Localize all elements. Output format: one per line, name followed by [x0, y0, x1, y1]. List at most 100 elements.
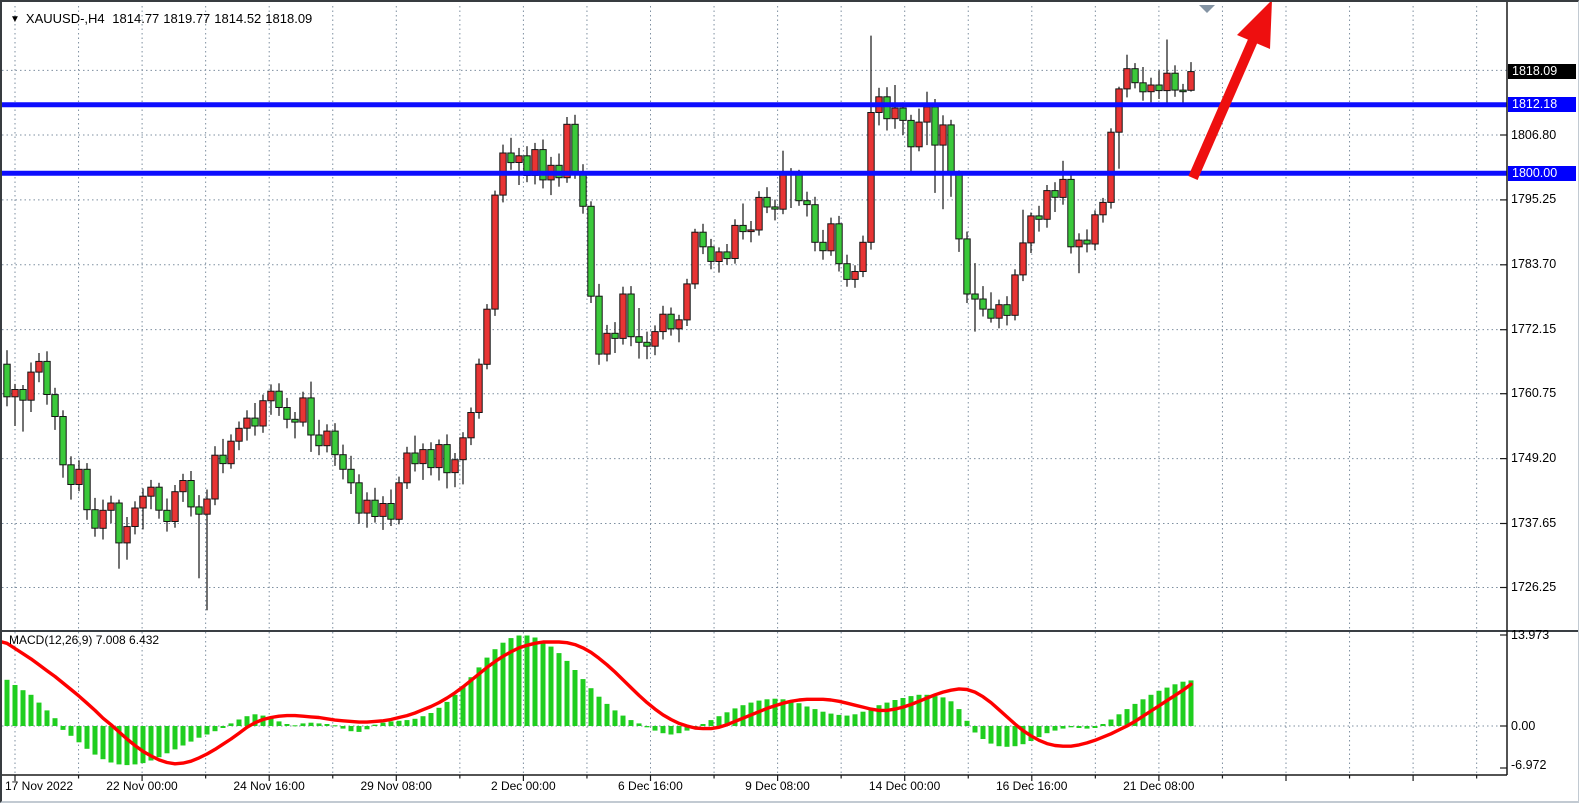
candle-body-up: [404, 453, 410, 483]
candle-body-up: [780, 175, 786, 209]
candle-body-up: [76, 469, 82, 484]
candle-body-down: [596, 296, 602, 354]
macd-histogram-bar: [965, 721, 970, 726]
candle-body-down: [972, 294, 978, 299]
macd-histogram-bar: [1005, 726, 1010, 747]
candle-body-down: [1052, 191, 1058, 198]
candle-body-down: [932, 107, 938, 145]
candle-body-up: [484, 309, 490, 364]
macd-histogram-bar: [381, 723, 386, 726]
macd-histogram-bar: [405, 720, 410, 726]
macd-histogram-bar: [1101, 724, 1106, 726]
chart-canvas[interactable]: [2, 2, 1579, 803]
candle-body-up: [1028, 216, 1034, 243]
candle-body-down: [340, 455, 346, 470]
macd-histogram-bar: [365, 726, 370, 729]
candle-body-up: [244, 418, 250, 428]
macd-histogram-bar: [893, 700, 898, 726]
candle-body-down: [1156, 85, 1162, 91]
candle-body-down: [796, 173, 802, 201]
macd-histogram-bar: [861, 712, 866, 726]
high-value: 1819.77: [163, 11, 210, 26]
candle-body-down: [836, 224, 842, 264]
price-axis-label: 1806.80: [1511, 128, 1556, 143]
macd-histogram-bar: [53, 718, 58, 726]
up-arrow-annotation[interactable]: [1193, 2, 1272, 178]
macd-histogram-bar: [573, 670, 578, 726]
candlestick-series: [4, 36, 1194, 611]
candle-body-up: [996, 305, 1002, 319]
chart-window: ▼XAUUSD-,H4 1814.771819.771814.521818.09…: [0, 0, 1579, 803]
price-axis-label: 1795.25: [1511, 192, 1556, 207]
macd-histogram-bar: [413, 719, 418, 726]
chart-shift-marker-icon[interactable]: [1199, 5, 1215, 13]
macd-histogram-bar: [677, 726, 682, 733]
macd-histogram-bar: [557, 653, 562, 726]
candle-body-up: [420, 450, 426, 464]
macd-histogram-bar: [613, 710, 618, 726]
candle-body-down: [588, 206, 594, 296]
time-axis-label: 9 Dec 08:00: [718, 779, 838, 794]
candle-body-up: [148, 487, 154, 496]
macd-histogram-bar: [1085, 726, 1090, 729]
macd-histogram-bar: [1173, 684, 1178, 726]
macd-histogram-bar: [309, 723, 314, 726]
macd-histogram-bar: [325, 724, 330, 726]
macd-histogram-bar: [357, 726, 362, 732]
candle-body-down: [636, 337, 642, 343]
macd-histogram-bar: [1053, 726, 1058, 731]
candle-body-down: [908, 120, 914, 146]
candle-body-down: [252, 418, 258, 426]
macd-histogram-bar: [909, 696, 914, 726]
candle-body-down: [820, 242, 826, 250]
macd-histogram-bar: [1077, 726, 1082, 728]
candle-body-up: [364, 500, 370, 513]
macd-histogram-bar: [789, 701, 794, 726]
candle-body-down: [884, 97, 890, 119]
macd-histogram-bar: [533, 638, 538, 727]
macd-histogram-bar: [221, 726, 226, 728]
candle-body-up: [380, 504, 386, 517]
candle-body-down: [956, 175, 962, 239]
hline-price-tag: 1800.00: [1508, 166, 1576, 181]
candle-body-up: [1164, 73, 1170, 90]
macd-histogram-bar: [581, 679, 586, 726]
candle-body-up: [748, 230, 754, 232]
candle-body-up: [1076, 240, 1082, 247]
macd-histogram-bar: [277, 721, 282, 726]
macd-histogram-bar: [125, 726, 130, 765]
candle-body-down: [1172, 73, 1178, 90]
time-axis-label: 29 Nov 08:00: [336, 779, 456, 794]
candle-body-down: [164, 510, 170, 521]
candle-body-up: [452, 460, 458, 473]
candle-body-down: [1084, 240, 1090, 244]
candle-body-up: [916, 122, 922, 147]
price-axis-label: 1783.70: [1511, 257, 1556, 272]
candle-body-up: [852, 272, 858, 280]
candle-body-down: [60, 417, 66, 465]
candle-body-up: [180, 481, 186, 492]
macd-histogram-bar: [141, 726, 146, 763]
arrow-head[interactable]: [1237, 2, 1272, 49]
macd-histogram-bar: [213, 726, 218, 731]
macd-histogram-bar: [37, 703, 42, 726]
macd-histogram-bar: [645, 726, 650, 727]
candle-body-down: [508, 153, 514, 163]
macd-histogram-bar: [437, 708, 442, 726]
symbol-dropdown-icon[interactable]: ▼: [10, 14, 20, 25]
candle-body-up: [228, 441, 234, 464]
macd-axis-label: -6.972: [1511, 758, 1546, 772]
macd-histogram-bar: [173, 726, 178, 749]
time-axis[interactable]: 17 Nov 202222 Nov 00:0024 Nov 16:0029 No…: [2, 775, 1508, 803]
macd-histogram-bar: [189, 726, 194, 742]
macd-histogram-bar: [1109, 720, 1114, 727]
candle-body-down: [4, 364, 10, 397]
candle-body-up: [268, 391, 274, 401]
macd-histogram-bar: [1045, 726, 1050, 733]
arrow-shaft[interactable]: [1193, 38, 1254, 178]
macd-histogram-bar: [629, 720, 634, 726]
candle-body-up: [460, 438, 466, 460]
price-axis[interactable]: 1806.801795.251783.701772.151760.751749.…: [1508, 2, 1579, 775]
time-axis-label: 21 Dec 08:00: [1099, 779, 1219, 794]
macd-histogram-bar: [1093, 726, 1098, 728]
